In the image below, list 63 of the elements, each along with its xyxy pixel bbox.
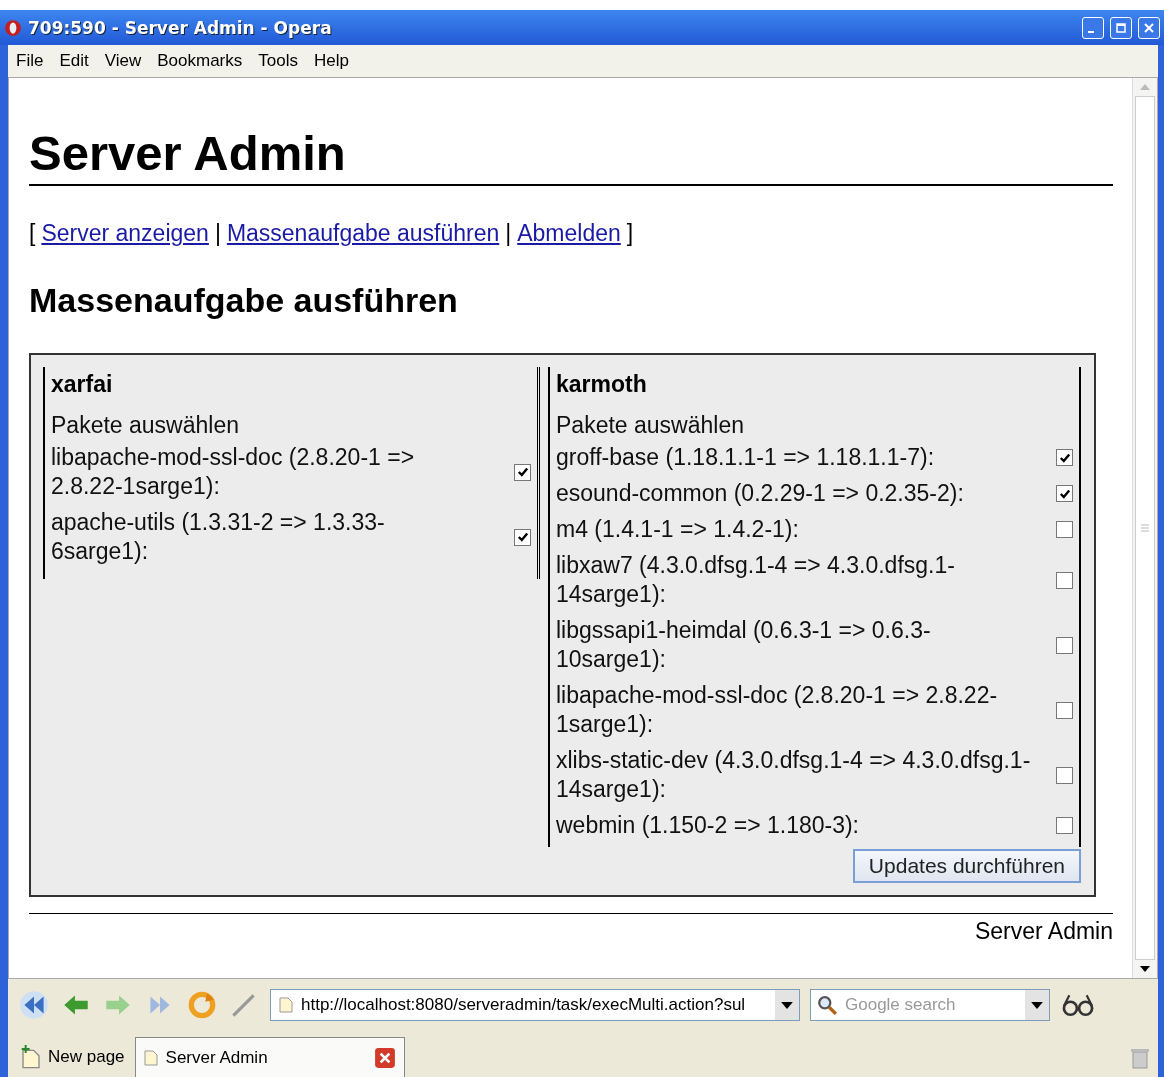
package-label: xlibs-static-dev (4.3.0.dfsg.1-4 => 4.3.0.dfsg.1-14sarge1): bbox=[556, 746, 1032, 804]
maximize-icon bbox=[1115, 21, 1127, 34]
menu-item[interactable]: Tools bbox=[250, 51, 306, 71]
nav-link[interactable]: Server anzeigen bbox=[41, 220, 209, 247]
opera-logo-icon bbox=[4, 18, 22, 37]
package-label: libgssapi1-heimdal (0.6.3-1 => 0.6.3-10sarge1): bbox=[556, 616, 932, 674]
package-label: libxaw7 (4.3.0.dfsg.1-4 => 4.3.0.dfsg.1-14sarge1): bbox=[556, 551, 956, 609]
footer-text: Server Admin bbox=[29, 913, 1113, 945]
checkbox[interactable] bbox=[1056, 766, 1073, 784]
scroll-down-arrow-icon[interactable] bbox=[1140, 966, 1150, 972]
package-label: libapache-mod-ssl-doc (2.8.20-1 => 2.8.22-1sarge1): bbox=[51, 443, 416, 501]
glasses-icon[interactable] bbox=[1060, 992, 1096, 1018]
new-page-button[interactable]: New page bbox=[16, 1041, 129, 1073]
window-title: 709:590 - Server Admin - Opera bbox=[28, 17, 332, 38]
checkbox[interactable] bbox=[514, 528, 531, 546]
minimize-icon bbox=[1088, 30, 1094, 33]
checkbox[interactable] bbox=[514, 463, 531, 481]
search-icon bbox=[817, 995, 837, 1015]
minimize-button[interactable] bbox=[1082, 16, 1104, 39]
server-name: xarfai bbox=[51, 371, 114, 398]
nav-link[interactable]: Abmelden bbox=[517, 220, 621, 247]
checkbox[interactable] bbox=[1056, 521, 1073, 538]
package-label: m4 (1.4.1-1 => 1.4.2-1): bbox=[556, 515, 799, 544]
scrollbar[interactable] bbox=[1132, 78, 1157, 978]
package-label: esound-common (0.2.29-1 => 0.2.35-2): bbox=[556, 479, 964, 508]
address-field[interactable]: http://localhost:8080/serveradmin/task/execMulti.action?sul bbox=[270, 989, 800, 1021]
checkbox[interactable] bbox=[1056, 449, 1073, 466]
checkbox[interactable] bbox=[1056, 571, 1073, 589]
menu-item[interactable]: Help bbox=[305, 51, 357, 71]
menu-item[interactable]: Edit bbox=[51, 51, 97, 71]
close-icon bbox=[1143, 21, 1155, 34]
close-button[interactable] bbox=[1138, 16, 1160, 39]
new-page-icon bbox=[20, 1045, 42, 1069]
browser-tab[interactable]: Server Admin bbox=[134, 1037, 405, 1077]
menu-item[interactable]: View bbox=[96, 51, 150, 71]
package-label: libapache-mod-ssl-doc (2.8.20-1 => 2.8.22-1sarge1): bbox=[556, 681, 999, 739]
field-label: Pakete auswählen bbox=[51, 412, 240, 439]
separator: [ bbox=[29, 220, 36, 247]
checkbox[interactable] bbox=[1056, 485, 1073, 502]
separator: | bbox=[505, 220, 512, 247]
page-icon bbox=[279, 997, 293, 1013]
menu-item[interactable]: Bookmarks bbox=[149, 51, 251, 71]
menu-item[interactable]: File bbox=[8, 51, 52, 71]
server-name: karmoth bbox=[556, 371, 648, 398]
checkbox[interactable] bbox=[1056, 636, 1073, 654]
grip-icon bbox=[1141, 524, 1149, 532]
close-tab-icon[interactable] bbox=[373, 1046, 396, 1069]
separator: | bbox=[214, 220, 221, 247]
checkbox[interactable] bbox=[1056, 701, 1073, 719]
separator: ] bbox=[626, 220, 634, 247]
page-title: Server Admin bbox=[29, 124, 1113, 186]
nav-link[interactable]: Massenaufgabe ausführen bbox=[226, 220, 500, 247]
package-label: webmin (1.150-2 => 1.180-3): bbox=[556, 811, 859, 840]
checkbox[interactable] bbox=[1056, 817, 1073, 834]
reload-icon[interactable] bbox=[186, 989, 218, 1021]
package-label: apache-utils (1.3.31-2 => 1.3.33-6sarge1): bbox=[51, 508, 386, 566]
field-label: Pakete auswählen bbox=[556, 412, 745, 439]
rewind-icon[interactable] bbox=[18, 989, 50, 1021]
package-label: groff-base (1.18.1.1-1 => 1.18.1.1-7): bbox=[556, 443, 935, 472]
page-icon bbox=[143, 1049, 158, 1066]
maximize-button[interactable] bbox=[1110, 16, 1132, 39]
submit-button[interactable]: Updates durchführen bbox=[852, 849, 1081, 883]
section-heading: Massenaufgabe ausführen bbox=[29, 281, 459, 320]
